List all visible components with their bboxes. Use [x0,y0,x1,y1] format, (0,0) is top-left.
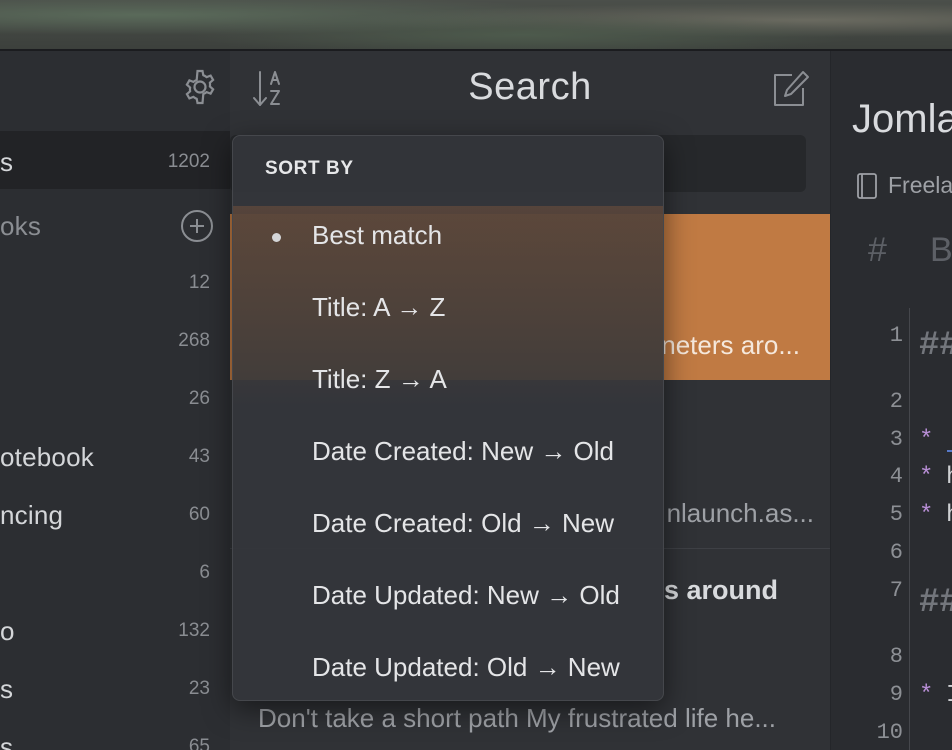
sidebar-item-notes[interactable]: s 1202 [0,131,230,189]
sidebar-item-label: otebook [0,442,94,472]
sort-option-label: Title: A → Z [312,292,446,322]
line-number: 5 [889,502,903,527]
sidebar-item-count: 60 [188,504,210,525]
line-number: 10 [876,720,903,745]
note-title[interactable]: s around [664,575,778,606]
sort-option-label: Date Updated: New → Old [312,580,620,610]
markdown-bullet: * [919,682,934,709]
sidebar-item-count: 268 [178,330,210,351]
sort-option-title-za[interactable]: Title: Z → A [233,344,663,416]
sort-option-created-new-old[interactable]: Date Created: New → Old [233,416,663,488]
notebook-label[interactable]: Freela [888,172,952,199]
book-icon [857,173,877,199]
line-number: 1 [889,323,903,348]
line-number: 3 [889,427,903,452]
sort-option-title-az[interactable]: Title: A → Z [233,272,663,344]
sort-option-label: Date Created: Old → New [312,508,615,538]
selected-dot-icon [272,233,281,242]
sidebar-item-notebook[interactable]: 12 [0,252,230,310]
sidebar-item-label: s [0,732,14,750]
sort-menu-header: SORT BY [265,158,354,179]
gutter-divider [909,308,910,750]
sidebar-item-count: 65 [188,736,210,750]
gear-icon[interactable] [181,68,219,106]
line-number: 8 [889,644,903,669]
sidebar-item-label: ncing [0,500,64,530]
sidebar: s 1202 oks 12 268 26 otebook 43 ncing 60… [0,51,230,750]
sort-option-created-old-new[interactable]: Date Created: Old → New [233,488,663,560]
sort-option-updated-old-new[interactable]: Date Updated: Old → New [233,632,663,700]
sidebar-item-count: 26 [188,388,210,409]
editor-text: I [946,682,952,709]
markdown-heading-mark: ## [919,327,952,365]
sidebar-item-notebooks[interactable]: oks [0,195,230,253]
sidebar-item-notebook[interactable]: 26 [0,368,230,426]
note-snippet[interactable]: Don't take a short path My frustrated li… [258,703,776,734]
markdown-bullet: * [919,464,934,491]
sort-option-label: Title: Z → A [312,364,447,394]
sort-option-updated-new-old[interactable]: Date Updated: New → Old [233,560,663,632]
markdown-bullet: * [919,427,934,454]
compose-icon[interactable] [770,69,810,109]
add-notebook-icon[interactable] [181,210,213,242]
sidebar-item-notebook[interactable]: s 65 [0,716,230,750]
sidebar-item-label: s [0,674,14,704]
sort-option-label: Best match [312,220,443,250]
sidebar-item-notebook[interactable]: otebook 43 [0,426,230,484]
editor: Jomla Freela # B 1 2 3 4 5 6 7 8 9 10 ##… [830,51,952,750]
sidebar-item-count: 132 [178,620,210,641]
bold-button[interactable]: B [930,231,952,270]
markdown-heading-mark: ## [919,584,952,622]
sidebar-item-notebook[interactable]: o 132 [0,600,230,658]
line-number: 9 [889,682,903,707]
line-number: 6 [889,540,903,565]
heading-button[interactable]: # [868,231,887,270]
sidebar-item-label: s [0,147,14,177]
sidebar-item-count: 1202 [167,151,210,172]
sidebar-item-count: 12 [188,272,210,293]
note-snippet[interactable]: nlaunch.as... [667,498,814,529]
sidebar-item-notebook[interactable]: 268 [0,310,230,368]
note-snippet: neters aro... [661,330,800,360]
sidebar-item-notebook[interactable]: s 23 [0,658,230,716]
line-number: 2 [889,389,903,414]
line-number: 7 [889,578,903,603]
line-number: 4 [889,464,903,489]
sort-option-label: Date Updated: Old → New [312,652,620,682]
sort-option-label: Date Created: New → Old [312,436,615,466]
sort-menu: SORT BY Best match Title: A → Z Title: Z… [232,135,664,701]
sidebar-item-notebook[interactable]: ncing 60 [0,484,230,542]
sidebar-item-count: 23 [188,678,210,699]
note-title[interactable]: Jomla [852,97,952,142]
sidebar-item-notebook[interactable]: 6 [0,542,230,600]
page-title: Search [468,66,592,108]
sidebar-item-label: o [0,616,15,646]
desktop-wallpaper [0,0,952,50]
editor-text: h [946,502,952,529]
markdown-link-underline [947,450,952,452]
sidebar-item-count: 43 [188,446,210,467]
markdown-bullet: * [919,502,934,529]
sidebar-section-label: oks [0,211,42,241]
editor-text: h [946,464,952,491]
sidebar-item-count: 6 [199,562,210,583]
sort-option-best-match[interactable]: Best match [233,200,663,272]
